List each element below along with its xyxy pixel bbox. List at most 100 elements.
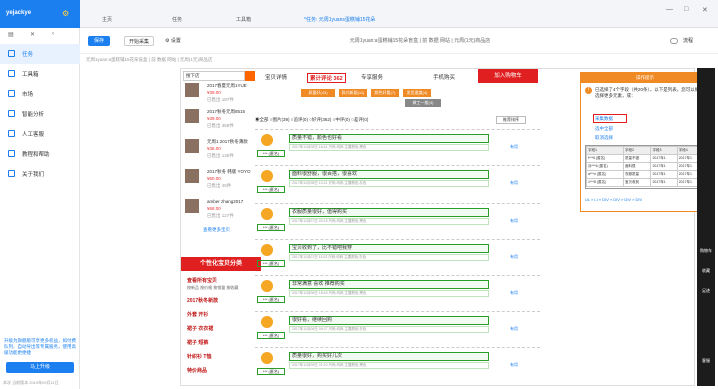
- cancel-select-link[interactable]: 取消选择: [595, 135, 613, 141]
- minimize-icon[interactable]: —: [666, 6, 673, 13]
- select-all-link[interactable]: 选中全部: [595, 126, 613, 132]
- flow-toggle[interactable]: [670, 38, 678, 44]
- category-item[interactable]: 查看所有宝贝: [187, 277, 217, 284]
- shop-search-input[interactable]: 搜下店: [183, 71, 245, 81]
- close-icon[interactable]: ✕: [702, 6, 708, 14]
- tab-tasks[interactable]: 任务: [172, 16, 182, 23]
- category-item[interactable]: 裙子 衣衣裙: [187, 325, 213, 332]
- review-tag[interactable]: 款式新颖(11): [339, 89, 367, 97]
- table-cell: 2017年1: [650, 154, 678, 163]
- column-header[interactable]: 字段1: [586, 146, 624, 155]
- favorite-shortcut[interactable]: 收藏: [699, 268, 713, 274]
- history-shortcut[interactable]: 足迹: [699, 288, 713, 294]
- settings-label: 设置: [170, 38, 181, 44]
- list-item[interactable]: 元周1 2017秋冬薄款 ¥36.00 已售出 136件: [185, 137, 255, 165]
- review-text[interactable]: 面料很舒服，很百搭，很喜欢: [289, 170, 489, 179]
- useful-link[interactable]: 有用: [510, 326, 518, 332]
- useful-link[interactable]: 有用: [510, 180, 518, 186]
- review-meta[interactable]: 2017年11月06日 09:27 尺码:均码 主要颜色:灰色: [289, 326, 489, 333]
- collect-data-link[interactable]: 采集数据: [595, 116, 613, 122]
- useful-link[interactable]: 有用: [510, 254, 518, 260]
- sidebar-item-toolbox[interactable]: 工具箱: [0, 64, 80, 84]
- clipboard-icon[interactable]: ▤: [8, 31, 14, 38]
- sidebar-item-tasks[interactable]: 任务: [0, 44, 80, 64]
- nav-item-detail[interactable]: 宝贝详情: [265, 73, 287, 81]
- review-meta[interactable]: 2017年11月07日 20:15 尺码:均码 主要颜色:黑色: [289, 218, 489, 225]
- save-button[interactable]: 保存: [88, 36, 110, 46]
- useful-link[interactable]: 有用: [510, 218, 518, 224]
- column-header[interactable]: 字段2: [622, 146, 652, 155]
- sidebar-item-market[interactable]: 市场: [0, 84, 80, 104]
- sidebar: yejackye ⚙ ▤ ✕ ‹ 任务 工具箱 市场 智能分析 人工客服 教程和…: [0, 0, 80, 389]
- category-sublinks[interactable]: 按新品 按价格 按销量 按收藏: [187, 285, 238, 291]
- tab-toolbox[interactable]: 工具箱: [236, 16, 251, 23]
- product-sales: 已售出 127件: [207, 213, 234, 218]
- product-image: [185, 199, 199, 213]
- review-tag[interactable]: 做工一般(3): [405, 99, 441, 107]
- useful-link[interactable]: 有用: [510, 362, 518, 368]
- cart-shortcut[interactable]: 购物车: [699, 248, 713, 254]
- review-user[interactable]: *** (匿名): [257, 368, 285, 375]
- nav-item-reviews[interactable]: 累计评论 362: [307, 73, 346, 83]
- review-user[interactable]: *** (匿名): [257, 260, 285, 267]
- tab-home[interactable]: 主页: [102, 16, 112, 23]
- tab-current-task[interactable]: *任务: 元周1yuans蛋糕铺15花朵: [304, 16, 375, 23]
- settings-icon[interactable]: ⚙: [62, 9, 69, 18]
- useful-link[interactable]: 有用: [510, 144, 518, 150]
- sidebar-item-support[interactable]: 人工客服: [0, 124, 80, 144]
- element-breadcrumb[interactable]: UL » LI » DIV » DIV » DIV » DIV: [585, 197, 707, 202]
- review-text[interactable]: 衣服质量很好，值得购买: [289, 208, 489, 217]
- review-meta[interactable]: 2017年11月08日 10:21 尺码:均码 主要颜色:灰色: [289, 180, 489, 187]
- sidebar-item-tutorials[interactable]: 教程和帮助: [0, 144, 80, 164]
- nav-item-mobile[interactable]: 手机购买: [433, 73, 455, 81]
- list-item[interactable]: 2017秋冬 韩版 YOYO ¥50.00 已售出 45件: [185, 167, 255, 195]
- review-user[interactable]: *** (匿名): [257, 332, 285, 339]
- sort-select[interactable]: 推荐排序: [496, 116, 526, 124]
- list-item[interactable]: amber zhang2017 ¥68.00 已售出 127件: [185, 197, 255, 225]
- review-meta[interactable]: 2017年11月05日 21:10 尺码:均码 主要颜色:黑色: [289, 362, 489, 369]
- sidebar-item-about[interactable]: 关于我们: [0, 164, 80, 184]
- review-text[interactable]: 质量很好，购买好几次: [289, 352, 489, 361]
- review-text[interactable]: 很好看，继续回购: [289, 316, 489, 325]
- avatar: [261, 280, 273, 292]
- maximize-icon[interactable]: □: [684, 6, 688, 13]
- review-user[interactable]: *** (匿名): [257, 150, 285, 157]
- category-item[interactable]: 2017秋冬新款: [187, 297, 218, 304]
- review-tag[interactable]: 颜色好看(7): [371, 89, 399, 97]
- url-field[interactable]: 元周1yuan:a蛋糕铺15花朵盲盒 | 前 数据 网站 | 元周(1元)商品店: [240, 36, 600, 46]
- nav-item-services[interactable]: 专享服务: [361, 73, 383, 81]
- review-text[interactable]: 非常满意 喜欢 推荐购买: [289, 280, 489, 289]
- product-sales: 已售出 136件: [207, 153, 234, 158]
- review-user[interactable]: *** (匿名): [257, 296, 285, 303]
- useful-link[interactable]: 有用: [510, 290, 518, 296]
- sidebar-item-analysis[interactable]: 智能分析: [0, 104, 80, 124]
- category-item[interactable]: 特价商品: [187, 367, 207, 374]
- review-meta[interactable]: 2017年11月07日 11:02 尺码:均码 主要颜色:灰色: [289, 254, 489, 261]
- column-header[interactable]: 字段3: [650, 146, 678, 155]
- review-user[interactable]: *** (匿名): [257, 186, 285, 193]
- list-item[interactable]: 2017春夏元周1YUE ¥39.00 已售出 187件: [185, 81, 255, 109]
- start-collect-button[interactable]: 开始采集: [124, 36, 154, 46]
- support-shortcut[interactable]: 客服: [699, 358, 713, 364]
- delete-icon[interactable]: ✕: [30, 31, 35, 38]
- review-meta[interactable]: 2017年11月08日 16:41 尺码:均码 主要颜色:黑色: [289, 144, 489, 151]
- table-cell: a***n (匿名): [586, 170, 624, 179]
- review-user[interactable]: *** (匿名): [257, 224, 285, 231]
- category-item[interactable]: 针织衫 T恤: [187, 353, 211, 360]
- review-tag[interactable]: 质量好(43): [301, 89, 335, 97]
- category-item[interactable]: 外套 开衫: [187, 311, 208, 318]
- chevron-left-icon[interactable]: ‹: [52, 31, 54, 37]
- search-icon[interactable]: [245, 71, 255, 81]
- settings-button[interactable]: ⚙ 设置: [160, 36, 186, 46]
- upgrade-button[interactable]: 马上升级: [6, 362, 74, 373]
- add-to-cart-button[interactable]: 加入购物车: [478, 69, 538, 83]
- category-item[interactable]: 裙子 短裤: [187, 339, 208, 346]
- review-tag[interactable]: 发货速度(4): [403, 89, 431, 97]
- review-meta[interactable]: 2017年11月06日 18:43 尺码:均码 主要颜色:黑色: [289, 290, 489, 297]
- review-text[interactable]: 质量不错，颜色也好看: [289, 134, 489, 143]
- avatar: [261, 134, 273, 146]
- more-products-link[interactable]: 查看更多宝贝: [203, 227, 230, 233]
- review-text[interactable]: 宝贝收到了，比不错吧我穿: [289, 244, 489, 253]
- sidebar-item-label: 智能分析: [22, 112, 45, 118]
- list-item[interactable]: 2017秋冬元周8515 ¥39.00 已售出 358件: [185, 107, 255, 135]
